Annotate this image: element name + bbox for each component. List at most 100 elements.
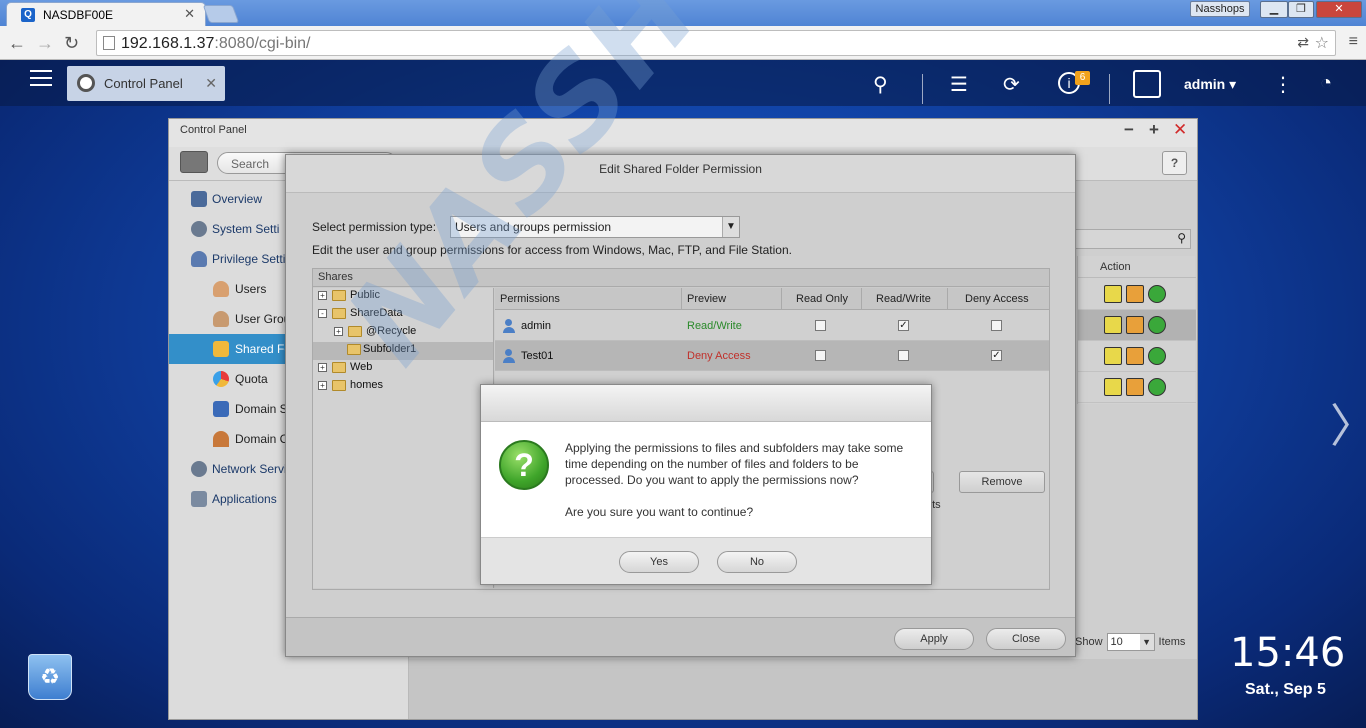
edit-permission-icon[interactable] (1126, 378, 1144, 396)
folder-search-input[interactable]: ⚲ (1075, 229, 1191, 249)
more-options-icon[interactable]: ⋮ (1273, 72, 1293, 97)
edit-properties-icon[interactable] (1104, 347, 1122, 365)
edit-properties-icon[interactable] (1104, 316, 1122, 334)
search-icon[interactable]: ⚲ (1177, 231, 1186, 245)
new-tab-button[interactable] (202, 5, 240, 23)
permission-type-select[interactable]: Users and groups permission ▼ (450, 216, 740, 238)
column-divider (947, 288, 948, 310)
edit-properties-icon[interactable] (1104, 378, 1122, 396)
action-header-label: Action (1100, 261, 1131, 273)
deny-access-checkbox[interactable] (991, 320, 1002, 331)
browser-menu-icon[interactable]: ≡ (1349, 33, 1358, 51)
column-header-preview: Preview (687, 293, 727, 305)
close-app-icon[interactable]: ✕ (205, 75, 217, 92)
minimize-icon[interactable]: − (1124, 120, 1134, 140)
background-tasks-icon[interactable]: ☰ (950, 72, 968, 97)
action-column: Action (1077, 256, 1196, 404)
expand-icon[interactable]: + (318, 291, 327, 300)
sidebar-item-label: System Setti (212, 222, 280, 236)
gear-icon (191, 221, 207, 237)
no-button[interactable]: No (717, 551, 797, 573)
read-write-checkbox[interactable]: ✓ (898, 320, 909, 331)
bookmark-star-icon[interactable]: ☆ (1315, 33, 1329, 53)
applications-icon (191, 491, 207, 507)
collapse-icon[interactable]: - (318, 309, 327, 318)
back-icon[interactable]: ← (8, 33, 26, 54)
user-avatar-icon[interactable] (1133, 70, 1161, 98)
sidebar-item-label: Shared Fo (235, 342, 292, 356)
tree-node-label: Public (350, 289, 380, 301)
minimize-window-button[interactable]: ▁ (1260, 1, 1288, 18)
content-footer (409, 659, 1197, 719)
layout-toggle-button[interactable] (180, 151, 208, 173)
browser-user-badge[interactable]: Nasshops (1190, 1, 1250, 17)
dashboard-gauge-icon[interactable]: ◔ (1320, 72, 1332, 95)
read-only-checkbox[interactable] (815, 320, 826, 331)
refresh-icon[interactable] (1148, 316, 1166, 334)
read-only-checkbox[interactable] (815, 350, 826, 361)
search-icon[interactable]: ⚲ (873, 72, 888, 97)
column-header-permissions: Permissions (500, 293, 560, 305)
apply-button[interactable]: Apply (894, 628, 974, 650)
user-menu[interactable]: admin ▾ (1184, 76, 1236, 93)
items-per-page-select[interactable]: 10 ▼ (1106, 633, 1155, 651)
sidebar-item-label: Overview (212, 192, 263, 206)
folder-icon (348, 326, 362, 337)
browser-tab[interactable]: Q NASDBF00E ✕ (6, 2, 206, 26)
main-menu-icon[interactable] (30, 70, 52, 88)
table-row[interactable]: Test01 Deny Access ✓ (495, 341, 1049, 371)
tree-node-homes[interactable]: + homes (318, 378, 488, 396)
items-label: Items (1158, 635, 1186, 648)
person-icon (191, 251, 207, 267)
tree-node-web[interactable]: + Web (318, 360, 488, 378)
refresh-icon[interactable] (1148, 347, 1166, 365)
expand-icon[interactable]: + (318, 363, 327, 372)
dialog-titlebar: Edit Shared Folder Permission (286, 155, 1075, 193)
recycle-bin-icon[interactable]: ♻ (28, 654, 72, 700)
edit-permission-icon[interactable] (1126, 347, 1144, 365)
edit-properties-icon[interactable] (1104, 285, 1122, 303)
expand-icon[interactable]: + (318, 381, 327, 390)
dialog-title: Edit Shared Folder Permission (599, 162, 762, 176)
taskbar-tab-label: Control Panel (104, 76, 183, 91)
desktop-date: Sat., Sep 5 (1245, 681, 1326, 698)
tree-node-label: ShareData (350, 307, 403, 319)
taskbar-control-panel-tab[interactable]: Control Panel ✕ (67, 66, 225, 101)
close-window-button[interactable]: ✕ (1316, 1, 1362, 18)
translate-icon[interactable]: ⇄ (1297, 34, 1309, 51)
read-write-checkbox[interactable] (898, 350, 909, 361)
reload-icon[interactable]: ↻ (64, 33, 79, 54)
address-bar[interactable]: 192.168.1.37:8080/cgi-bin/ ⇄ ☆ (96, 30, 1336, 56)
edit-permission-icon[interactable] (1126, 285, 1144, 303)
forward-icon[interactable]: → (36, 33, 54, 54)
refresh-icon[interactable] (1148, 378, 1166, 396)
user-group-icon (213, 311, 229, 327)
help-button[interactable]: ? (1162, 151, 1187, 175)
remove-button[interactable]: Remove (959, 471, 1045, 493)
chevron-down-icon: ▼ (722, 217, 739, 237)
url-path: :8080/cgi-bin/ (214, 35, 311, 52)
tree-node-subfolder1[interactable]: Subfolder1 (313, 342, 493, 360)
close-icon[interactable]: ✕ (1173, 120, 1187, 140)
divider (1109, 74, 1110, 104)
expand-icon[interactable]: + (334, 327, 343, 336)
external-devices-icon[interactable]: ⟳ (1003, 72, 1020, 97)
yes-button[interactable]: Yes (619, 551, 699, 573)
user-icon (503, 319, 515, 333)
tree-node-recycle[interactable]: + @Recycle (334, 324, 490, 342)
refresh-icon[interactable] (1148, 285, 1166, 303)
tree-node-sharedata[interactable]: - ShareData (318, 306, 488, 324)
confirm-dialog-footer: Yes No (481, 537, 931, 584)
deny-access-checkbox[interactable]: ✓ (991, 350, 1002, 361)
maximize-window-button[interactable]: ❐ (1288, 1, 1314, 18)
close-button[interactable]: Close (986, 628, 1066, 650)
confirm-question: Are you sure you want to continue? (565, 505, 754, 519)
row-preview: Deny Access (687, 350, 751, 362)
question-icon: ? (499, 440, 549, 490)
next-page-arrow-icon[interactable]: 〉 (1330, 390, 1366, 456)
maximize-icon[interactable]: + (1149, 120, 1159, 140)
table-row[interactable]: admin Read/Write ✓ (495, 311, 1049, 341)
edit-permission-icon[interactable] (1126, 316, 1144, 334)
close-tab-icon[interactable]: ✕ (184, 6, 195, 22)
tree-node-public[interactable]: + Public (318, 288, 488, 306)
